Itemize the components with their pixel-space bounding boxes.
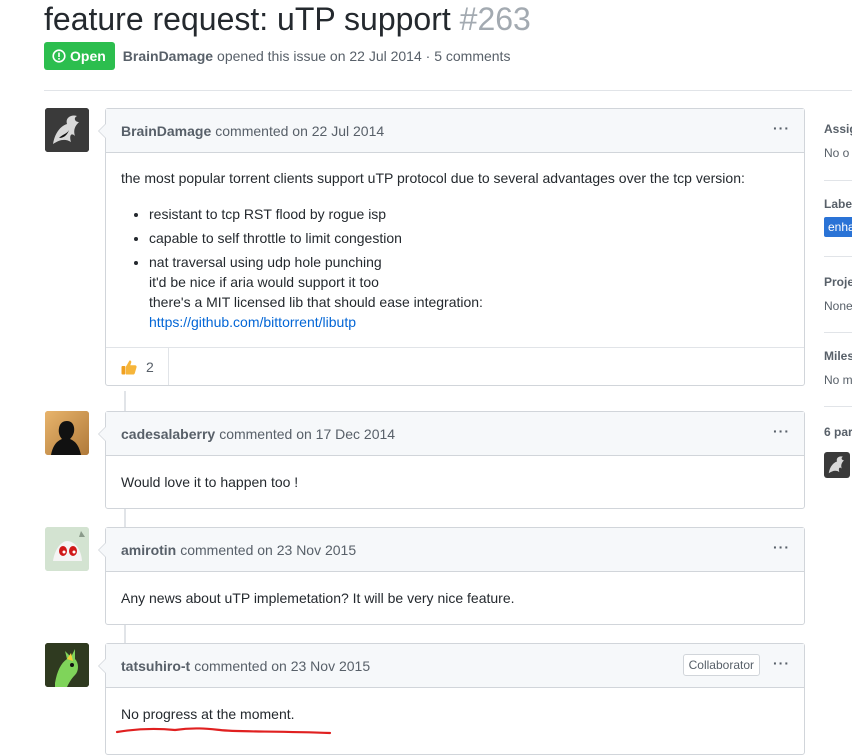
- comment-card: cadesalaberry commented on 17 Dec 2014 ·…: [98, 411, 805, 509]
- reactions-bar: 2: [106, 347, 804, 385]
- comment-intro: the most popular torrent clients support…: [121, 170, 745, 186]
- comment-text: Any news about uTP implemetation? It wil…: [121, 590, 515, 606]
- avatar[interactable]: [45, 527, 89, 571]
- sidebar-divider: [824, 180, 852, 181]
- avatar[interactable]: [45, 108, 89, 152]
- participant-avatar[interactable]: [824, 452, 850, 478]
- status-label: Open: [70, 48, 106, 64]
- timeline-connector: [124, 507, 126, 527]
- comment-author[interactable]: cadesalaberry: [121, 426, 215, 442]
- list-item-text: nat traversal using udp hole punching: [149, 254, 382, 270]
- sidebar-value: None: [824, 299, 852, 313]
- red-underline-scribble: [115, 727, 332, 735]
- timeline-connector: [124, 391, 126, 411]
- sidebar-participants: 6 par: [824, 425, 852, 439]
- continued-line: there's a MIT licensed lib that should e…: [149, 294, 483, 310]
- horse-avatar-icon: [45, 643, 89, 687]
- comment-card: BrainDamage commented on 22 Jul 2014 ···…: [98, 108, 805, 386]
- comment-menu-icon[interactable]: ···: [773, 539, 790, 555]
- issue-meta: Open BrainDamage opened this issue on 22…: [44, 42, 510, 70]
- comment-author[interactable]: tatsuhiro-t: [121, 658, 190, 674]
- comment-author[interactable]: BrainDamage: [121, 123, 211, 139]
- comment-timestamp[interactable]: commented on 23 Nov 2015: [194, 658, 370, 674]
- silhouette-avatar-icon: [45, 411, 89, 455]
- comment-timestamp[interactable]: commented on 22 Jul 2014: [215, 123, 384, 139]
- sidebar-labels[interactable]: Label enha: [824, 197, 852, 237]
- list-item: nat traversal using udp hole punching it…: [149, 252, 789, 332]
- sidebar-heading: 6 par: [824, 425, 852, 439]
- sidebar-divider: [824, 332, 852, 333]
- comment-header: tatsuhiro-t commented on 23 Nov 2015 Col…: [106, 644, 804, 688]
- thumbs-up-reaction[interactable]: 2: [106, 348, 169, 385]
- list-item: resistant to tcp RST flood by rogue isp: [149, 204, 789, 224]
- comment-timestamp[interactable]: commented on 17 Dec 2014: [219, 426, 395, 442]
- comment-header: BrainDamage commented on 22 Jul 2014 ···: [106, 109, 804, 153]
- header-divider: [44, 90, 852, 91]
- comment-body: Any news about uTP implemetation? It wil…: [106, 572, 804, 624]
- label-enhancement[interactable]: enha: [824, 217, 852, 237]
- sidebar-heading: Miles: [824, 349, 852, 363]
- sidebar-assignees[interactable]: Assig No o: [824, 122, 852, 160]
- sidebar-projects[interactable]: Proje None: [824, 275, 852, 313]
- dragon-avatar-icon: [824, 452, 850, 478]
- creature-avatar-icon: [45, 527, 89, 571]
- collaborator-badge: Collaborator: [682, 654, 760, 676]
- sidebar-value: No m: [824, 373, 852, 387]
- sidebar-milestone[interactable]: Miles No m: [824, 349, 852, 387]
- timeline-connector: [124, 623, 126, 643]
- comment-text: Would love it to happen too !: [121, 474, 299, 490]
- comment-menu-icon[interactable]: ···: [773, 655, 790, 671]
- reaction-count: 2: [146, 358, 154, 375]
- issue-opened-text: opened this issue on 22 Jul 2014 · 5 com…: [217, 48, 511, 64]
- comment-body: Would love it to happen too !: [106, 456, 804, 508]
- comment-list: resistant to tcp RST flood by rogue isp …: [121, 204, 789, 332]
- comment-menu-icon[interactable]: ···: [773, 423, 790, 439]
- avatar[interactable]: [45, 643, 89, 687]
- issue-title: feature request: uTP support #263: [44, 0, 531, 38]
- comment-header: amirotin commented on 23 Nov 2015 ···: [106, 528, 804, 572]
- sidebar-heading: Label: [824, 197, 852, 211]
- comment-body: the most popular torrent clients support…: [106, 153, 804, 347]
- issue-opened-icon: [52, 49, 66, 63]
- libutp-link[interactable]: https://github.com/bittorrent/libutp: [149, 314, 356, 330]
- issue-title-text: feature request: uTP support: [44, 1, 451, 37]
- comment-text: No progress at the moment.: [121, 706, 295, 722]
- comment-header: cadesalaberry commented on 17 Dec 2014 ·…: [106, 412, 804, 456]
- thumbs-up-icon: [121, 359, 137, 374]
- comment-author[interactable]: amirotin: [121, 542, 176, 558]
- avatar[interactable]: [45, 411, 89, 455]
- sidebar-divider: [824, 406, 852, 407]
- comment-menu-icon[interactable]: ···: [773, 120, 790, 136]
- dragon-avatar-icon: [45, 108, 89, 152]
- continued-line: it'd be nice if aria would support it to…: [149, 274, 379, 290]
- list-item: capable to self throttle to limit conges…: [149, 228, 789, 248]
- sidebar-heading: Proje: [824, 275, 852, 289]
- status-badge: Open: [44, 42, 115, 70]
- issue-number: #263: [459, 1, 531, 37]
- sidebar-value: No o: [824, 146, 850, 160]
- issue-author-link[interactable]: BrainDamage: [123, 48, 213, 64]
- comment-timestamp[interactable]: commented on 23 Nov 2015: [180, 542, 356, 558]
- comment-card: amirotin commented on 23 Nov 2015 ··· An…: [98, 527, 805, 625]
- sidebar-heading: Assig: [824, 122, 852, 136]
- comment-card: tatsuhiro-t commented on 23 Nov 2015 Col…: [98, 643, 805, 755]
- sidebar-divider: [824, 256, 852, 257]
